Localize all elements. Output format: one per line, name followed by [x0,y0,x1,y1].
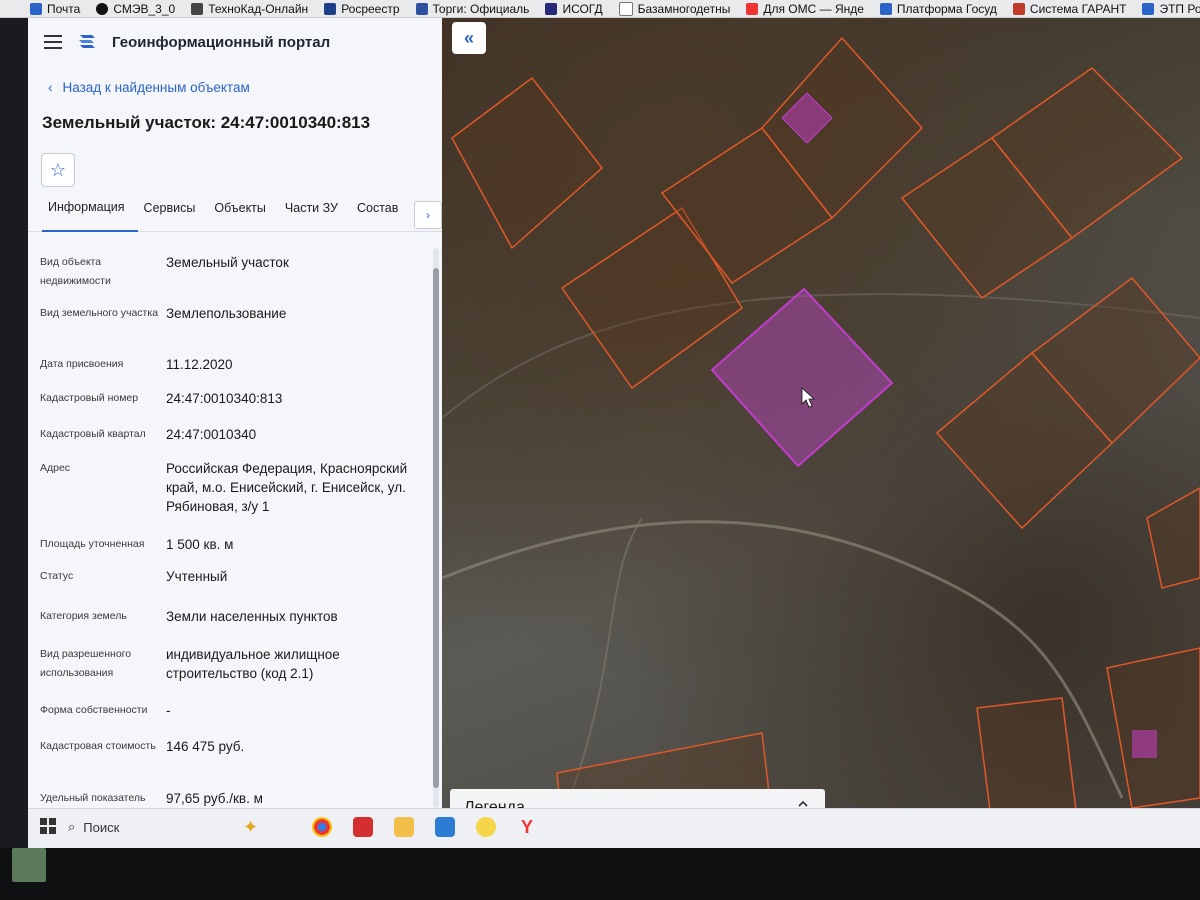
highlighted-parcel[interactable] [1132,730,1157,758]
panel-header: Геоинформационный портал [28,18,442,66]
attribute-label: Кадастровая стоимость [40,740,156,752]
bookmark-item[interactable]: Торги: Официаль [415,2,529,16]
bookmark-item[interactable]: ИСОГД [545,2,603,16]
bookmark-item[interactable]: ТехноКад-Онлайн [191,2,308,16]
monitor-sticker [12,848,46,882]
document-icon [618,1,633,16]
portal-title: Геоинформационный портал [112,33,331,51]
parcel-outline[interactable] [1106,647,1200,809]
attribute-value: Земли населенных пунктов [166,609,338,624]
double-chevron-left-icon: « [463,27,474,48]
parcel-layer [442,36,1200,826]
bookmark-icon [746,2,759,15]
search-icon: ⌕ [68,819,76,834]
attribute-label: Статус [40,570,74,582]
bookmark-icon [324,2,337,15]
bookmark-item[interactable]: СМЭВ_3_0 [96,2,175,16]
bookmark-item[interactable]: Система ГАРАНТ [1012,2,1126,16]
store-icon[interactable] [435,817,455,837]
bookmarks-bar: Почта СМЭВ_3_0 ТехноКад-Онлайн Росреестр… [0,0,1200,18]
yandex-browser-icon[interactable]: Y [517,817,537,837]
attribute-value: Учтенный [166,569,228,584]
attribute-value: 97,65 руб./кв. м [166,791,263,806]
1c-icon[interactable] [476,817,496,837]
info-panel: Геоинформационный портал ‹ Назад к найде… [28,18,442,818]
taskbar-search[interactable]: ⌕ Поиск [68,815,228,839]
tab-information[interactable]: Информация [42,200,138,232]
attribute-label: Форма собственности [40,704,148,716]
monitor-bezel [0,848,1200,900]
attribute-value: 24:47:0010340:813 [166,391,283,406]
copilot-sparkle-icon[interactable]: ✦ [243,817,263,837]
back-link-label: Назад к найденным объектам [62,80,250,95]
chrome-icon[interactable] [312,817,332,837]
tab-parts[interactable]: Части ЗУ [279,201,351,231]
attribute-value: - [166,703,171,718]
star-icon: ☆ [49,159,67,180]
parcel-outline[interactable] [1146,487,1200,589]
bookmark-icon [415,2,428,15]
attribute-label: Кадастровый номер [40,392,139,404]
tab-objects[interactable]: Объекты [208,201,279,231]
tabs-scroll-right-button[interactable]: › [414,201,442,229]
tab-services[interactable]: Сервисы [138,201,209,231]
back-to-results-link[interactable]: ‹ Назад к найденным объектам [28,66,442,95]
parcel-outline[interactable] [451,76,604,250]
taskbar-search-label: Поиск [83,819,120,835]
bookmark-item[interactable]: Почта [30,2,80,16]
attribute-value: 11.12.2020 [166,357,233,372]
attribute-value: 1 500 кв. м [166,537,234,552]
attribute-label: Вид земельного участка [40,307,159,319]
bookmark-icon [96,2,109,15]
bookmark-item[interactable]: Росреестр [324,2,400,16]
tab-composition[interactable]: Состав [351,201,411,231]
collapse-panel-button[interactable]: « [452,22,486,54]
windows-taskbar: ⌕ Поиск ✦ Y [28,808,1200,849]
attribute-label: Дата присвоения [40,358,124,370]
attribute-label: Площадь уточненная [40,538,145,550]
bookmark-icon [545,2,558,15]
object-title: Земельный участок: 24:47:0010340:813 [42,113,371,132]
chevron-right-icon: › [426,208,430,222]
satellite-map[interactable]: « Легенда [442,18,1200,826]
attribute-value: индивидуальное жилищное строительство (к… [166,647,340,681]
bookmark-item[interactable]: ЭТП Росэлторг [1142,2,1200,16]
attribute-label: Кадастровый квартал [40,428,146,440]
attributes-scrollbar[interactable] [433,248,439,808]
bookmark-icon [879,2,892,15]
menu-icon[interactable] [44,35,62,49]
attribute-value: Земельный участок [166,255,289,270]
windows-start-icon[interactable] [40,818,56,834]
attribute-value: Землепользование [166,306,287,321]
attribute-value: Российская Федерация, Красноярский край,… [166,461,408,514]
bookmark-icon [191,2,204,15]
parcel-outline[interactable] [976,697,1078,826]
bookmark-item[interactable]: Для ОМС — Янде [746,2,864,16]
bookmark-icon [1012,2,1025,15]
bookmark-item[interactable]: Платформа Госуд [879,2,997,16]
tab-bar: Информация Сервисы Объекты Части ЗУ Сост… [28,200,442,232]
bookmark-item[interactable]: Базамногодетны [618,1,730,16]
favorite-button[interactable]: ☆ [41,153,75,187]
chevron-left-icon: ‹ [48,80,53,95]
portal-logo-icon [79,35,95,48]
scrollbar-thumb[interactable] [433,268,439,788]
attribute-label: Категория земель [40,610,127,622]
attribute-value: 24:47:0010340 [166,427,257,442]
pdf-reader-icon[interactable] [353,817,373,837]
file-explorer-icon[interactable] [394,817,414,837]
attribute-label: Адрес [40,462,71,474]
selected-parcel[interactable] [710,287,894,468]
bookmark-icon [1142,2,1155,15]
attribute-label: Вид разрешенного использования [40,648,132,679]
mail-icon [30,2,42,15]
attribute-label: Вид объекта недвижимости [40,256,111,287]
attribute-value: 146 475 руб. [166,739,245,754]
